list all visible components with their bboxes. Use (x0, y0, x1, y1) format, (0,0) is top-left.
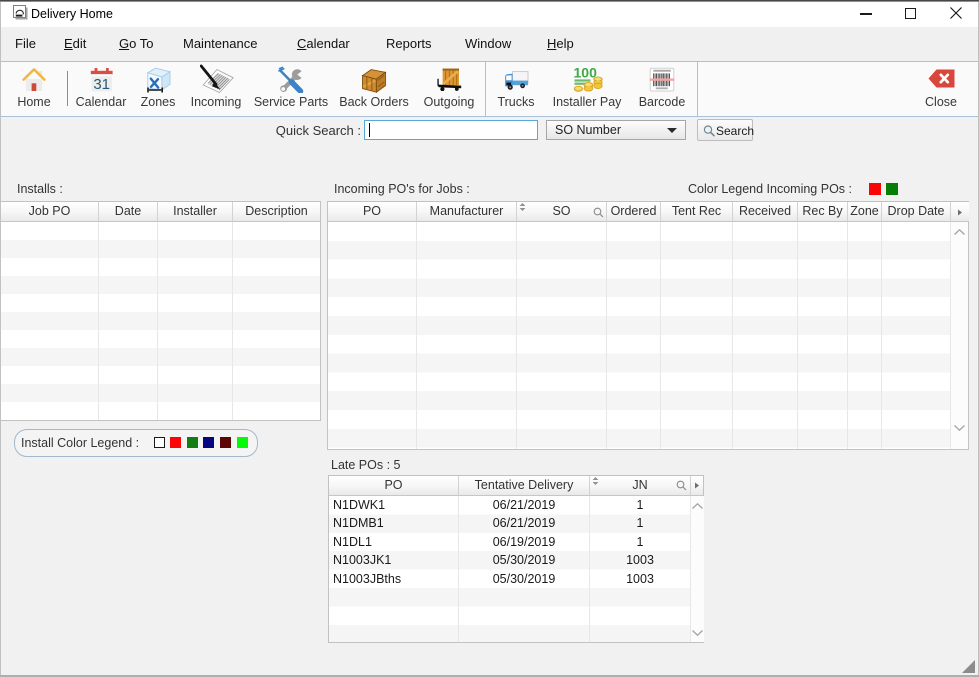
svg-text:100: 100 (574, 65, 598, 81)
svg-text:31: 31 (93, 76, 110, 92)
